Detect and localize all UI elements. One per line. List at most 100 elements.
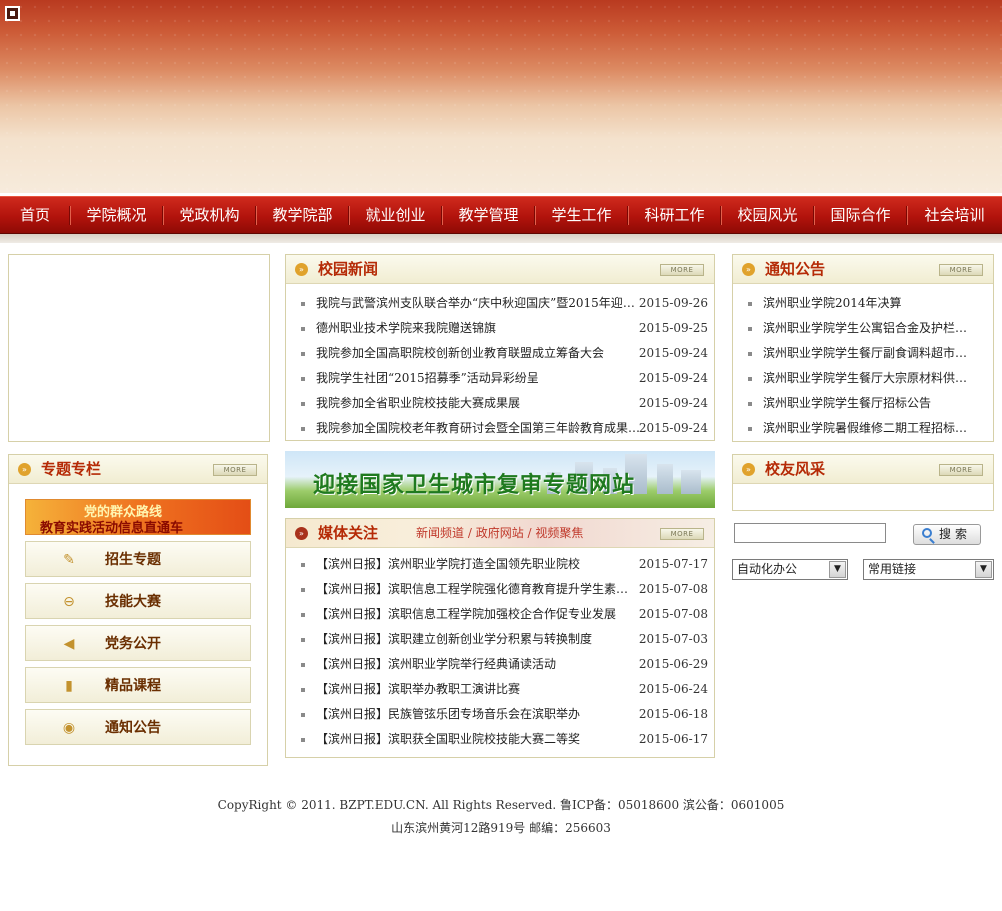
bullet-icon bbox=[748, 352, 752, 356]
office-select[interactable]: 自动化办公 ▼ bbox=[732, 559, 848, 580]
list-item-date: 2015-06-29 bbox=[638, 657, 708, 671]
list-item-link[interactable]: 我院参加全国院校老年教育研讨会暨全国第三年龄教育成果… bbox=[316, 416, 641, 441]
nav-item[interactable]: 学生工作 bbox=[535, 197, 628, 234]
news-more-button[interactable]: MORE bbox=[660, 264, 704, 276]
list-item-link[interactable]: 我院参加全国高职院校创新创业教育联盟成立筹备大会 bbox=[316, 341, 641, 366]
list-item-link[interactable]: 滨州职业学院学生公寓铝合金及护栏… bbox=[763, 316, 968, 341]
list-item-date: 2015-09-26 bbox=[638, 296, 708, 310]
bullet-icon bbox=[301, 377, 305, 381]
bullet-icon bbox=[301, 638, 305, 642]
nav-item[interactable]: 国际合作 bbox=[814, 197, 907, 234]
list-item: 滨州职业学院2014年决算 bbox=[733, 291, 993, 316]
search-input[interactable] bbox=[734, 523, 886, 543]
list-item-link[interactable]: 【滨州日报】滨职信息工程学院加强校企合作促专业发展 bbox=[316, 602, 641, 627]
list-item: 我院学生社团“2015招募季”活动异彩纷呈 2015-09-24 bbox=[286, 366, 714, 391]
special-button[interactable]: ▮ 精品课程 bbox=[25, 667, 251, 703]
list-item-link[interactable]: 滨州职业学院学生餐厅副食调料超市… bbox=[763, 341, 968, 366]
list-item-link[interactable]: 我院参加全省职业院校技能大赛成果展 bbox=[316, 391, 641, 416]
special-header: » 专题专栏 MORE bbox=[9, 455, 267, 484]
list-item-date: 2015-07-17 bbox=[638, 557, 708, 571]
nav-item[interactable]: 教学管理 bbox=[442, 197, 535, 234]
media-panel: » 媒体关注 新闻频道 / 政府网站 / 视频聚焦 MORE 【滨州日报】滨州职… bbox=[285, 518, 715, 758]
nav-divider bbox=[69, 206, 71, 225]
list-item-date: 2015-06-24 bbox=[638, 682, 708, 696]
party-banner-line2: 教育实践活动信息直通车 bbox=[40, 521, 184, 535]
chevron-down-icon: ▼ bbox=[975, 561, 992, 578]
bullet-icon: » bbox=[742, 463, 755, 476]
list-item-link[interactable]: 滨州职业学院学生餐厅大宗原材料供… bbox=[763, 366, 968, 391]
nav-item[interactable]: 校园风光 bbox=[721, 197, 814, 234]
list-item-link[interactable]: 【滨州日报】滨职信息工程学院强化德育教育提升学生素… bbox=[316, 577, 641, 602]
special-more-button[interactable]: MORE bbox=[213, 464, 257, 476]
media-link[interactable]: 政府网站 bbox=[476, 526, 524, 540]
footer-address: 山东滨州黄河12路919号 邮编：256603 bbox=[391, 821, 611, 835]
list-item-link[interactable]: 【滨州日报】滨职举办教职工演讲比赛 bbox=[316, 677, 641, 702]
list-item: 我院参加全国院校老年教育研讨会暨全国第三年龄教育成果… 2015-09-24 bbox=[286, 416, 714, 441]
nav-item[interactable]: 就业创业 bbox=[349, 197, 442, 234]
bullet-icon bbox=[301, 352, 305, 356]
nav-item[interactable]: 科研工作 bbox=[628, 197, 721, 234]
special-button[interactable]: ◀ 党务公开 bbox=[25, 625, 251, 661]
list-item-link[interactable]: 滨州职业学院2014年决算 bbox=[763, 291, 968, 316]
list-item: 【滨州日报】滨职信息工程学院加强校企合作促专业发展 2015-07-08 bbox=[286, 602, 714, 627]
list-item-date: 2015-09-24 bbox=[638, 346, 708, 360]
list-item-link[interactable]: 【滨州日报】滨职获全国职业院校技能大赛二等奖 bbox=[316, 727, 641, 752]
nav-divider bbox=[813, 206, 815, 225]
links-select-value: 常用链接 bbox=[868, 562, 917, 576]
media-link-sep: / bbox=[467, 526, 476, 540]
nav-divider bbox=[162, 206, 164, 225]
bullet-icon bbox=[748, 327, 752, 331]
special-button[interactable]: ✎ 招生专题 bbox=[25, 541, 251, 577]
list-item: 我院与武警滨州支队联合举办“庆中秋迎国庆”暨2015年迎新… 2015-09-26 bbox=[286, 291, 714, 316]
list-item: 【滨州日报】民族管弦乐团专场音乐会在滨职举办 2015-06-18 bbox=[286, 702, 714, 727]
list-item-date: 2015-07-03 bbox=[638, 632, 708, 646]
nav-item[interactable]: 学院概况 bbox=[70, 197, 163, 234]
special-panel: » 专题专栏 MORE 党的群众路线 教育实践活动信息直通车 ✎ 招生专题 ⊖ 技能大… bbox=[8, 454, 268, 766]
search-button[interactable]: 搜索 bbox=[913, 524, 981, 545]
alumni-title: 校友风采 bbox=[765, 460, 826, 478]
media-link[interactable]: 视频聚焦 bbox=[535, 526, 583, 540]
bullet-icon bbox=[301, 588, 305, 592]
list-item-link[interactable]: 我院与武警滨州支队联合举办“庆中秋迎国庆”暨2015年迎新… bbox=[316, 291, 641, 316]
list-item-link[interactable]: 德州职业技术学院来我院赠送锦旗 bbox=[316, 316, 641, 341]
nav-item[interactable]: 社会培训 bbox=[907, 197, 1002, 234]
nav-item[interactable]: 党政机构 bbox=[163, 197, 256, 234]
list-item-link[interactable]: 【滨州日报】滨州职业学院打造全国领先职业院校 bbox=[316, 552, 641, 577]
nav-item[interactable]: 教学院部 bbox=[256, 197, 349, 234]
notice-more-button[interactable]: MORE bbox=[939, 264, 983, 276]
list-item-date: 2015-07-08 bbox=[638, 607, 708, 621]
notice-list: 滨州职业学院2014年决算 滨州职业学院学生公寓铝合金及护栏… 滨州职业学院学生餐厅… bbox=[733, 291, 993, 441]
list-item-link[interactable]: 滨州职业学院学生餐厅招标公告 bbox=[763, 391, 968, 416]
health-city-banner[interactable]: 迎接国家卫生城市复审专题网站 bbox=[285, 451, 715, 508]
alumni-panel: » 校友风采 MORE bbox=[732, 454, 994, 511]
nav-item[interactable]: 首页 bbox=[0, 197, 70, 234]
chevron-down-icon: ▼ bbox=[829, 561, 846, 578]
party-line-banner[interactable]: 党的群众路线 教育实践活动信息直通车 bbox=[25, 499, 251, 535]
special-button-label: 技能大赛 bbox=[105, 594, 161, 610]
list-item-link[interactable]: 滨州职业学院暑假维修二期工程招标… bbox=[763, 416, 968, 441]
list-item-link[interactable]: 【滨州日报】滨职建立创新创业学分积累与转换制度 bbox=[316, 627, 641, 652]
bullet-icon bbox=[748, 427, 752, 431]
alumni-more-button[interactable]: MORE bbox=[939, 464, 983, 476]
media-more-button[interactable]: MORE bbox=[660, 528, 704, 540]
list-item-date: 2015-09-24 bbox=[638, 396, 708, 410]
list-item-link[interactable]: 【滨州日报】滨州职业学院举行经典诵读活动 bbox=[316, 652, 641, 677]
special-button[interactable]: ◉ 通知公告 bbox=[25, 709, 251, 745]
media-title: 媒体关注 bbox=[318, 524, 379, 542]
media-link[interactable]: 新闻频道 bbox=[416, 526, 464, 540]
list-item-link[interactable]: 【滨州日报】民族管弦乐团专场音乐会在滨职举办 bbox=[316, 702, 641, 727]
list-item-date: 2015-06-17 bbox=[638, 732, 708, 746]
special-button[interactable]: ⊖ 技能大赛 bbox=[25, 583, 251, 619]
list-item-link[interactable]: 我院学生社团“2015招募季”活动异彩纷呈 bbox=[316, 366, 641, 391]
links-select[interactable]: 常用链接 ▼ bbox=[863, 559, 994, 580]
bullet-icon bbox=[301, 738, 305, 742]
header-banner bbox=[0, 0, 1002, 193]
news-title: 校园新闻 bbox=[318, 260, 379, 278]
nav-divider bbox=[534, 206, 536, 225]
book-icon: ▮ bbox=[65, 678, 73, 694]
bullet-icon bbox=[748, 302, 752, 306]
news-header: » 校园新闻 MORE bbox=[286, 255, 714, 284]
nav-divider bbox=[720, 206, 722, 225]
list-item-date: 2015-07-08 bbox=[638, 582, 708, 596]
bullet-icon bbox=[301, 663, 305, 667]
